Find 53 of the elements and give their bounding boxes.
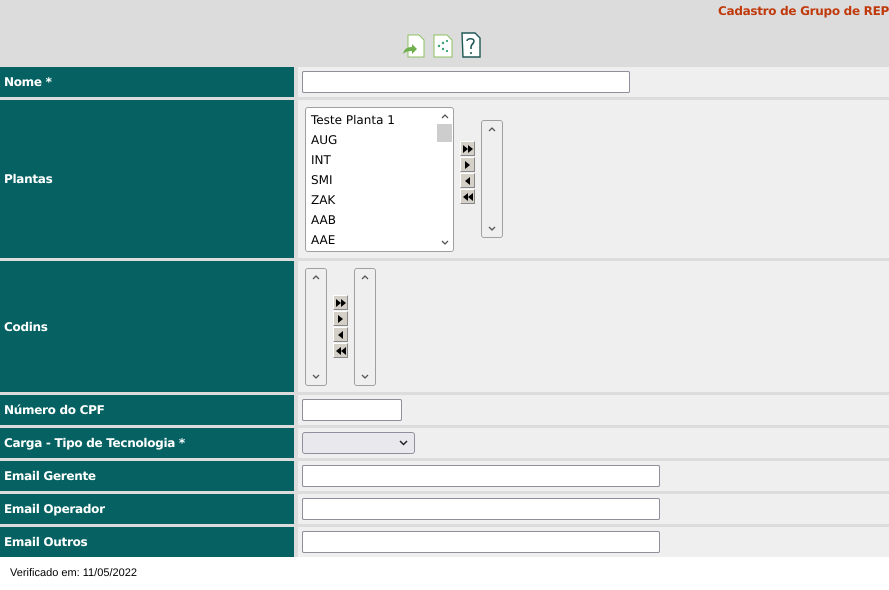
scroll-up-icon[interactable] bbox=[361, 274, 369, 280]
double-arrow-left-icon bbox=[462, 192, 472, 200]
field-label: Nome * bbox=[0, 67, 294, 97]
list-option[interactable]: AAB bbox=[311, 211, 436, 231]
scroll-up-icon[interactable] bbox=[312, 274, 320, 280]
page-title: Cadastro de Grupo de REP bbox=[718, 3, 889, 18]
input-field[interactable] bbox=[302, 465, 660, 487]
input-field[interactable] bbox=[302, 71, 630, 93]
field-label: Plantas bbox=[0, 100, 294, 258]
list-option[interactable]: AAE bbox=[311, 231, 436, 251]
move-right-button[interactable] bbox=[460, 157, 475, 172]
input-field[interactable] bbox=[302, 498, 660, 520]
field-label: Carga - Tipo de Tecnologia * bbox=[0, 428, 294, 458]
arrow-right-icon bbox=[338, 314, 343, 322]
arrow-left-icon bbox=[338, 330, 343, 338]
move-left-button[interactable] bbox=[333, 327, 348, 342]
list-option[interactable]: ZAK bbox=[311, 191, 436, 211]
input-field[interactable] bbox=[302, 531, 660, 553]
move-all-right-button[interactable] bbox=[460, 141, 475, 156]
move-right-button[interactable] bbox=[333, 311, 348, 326]
scrollbar-thumb[interactable] bbox=[437, 124, 452, 142]
dropdown[interactable] bbox=[302, 432, 415, 454]
input-field[interactable] bbox=[302, 399, 402, 421]
help-document-icon[interactable] bbox=[460, 32, 482, 58]
scroll-up-icon[interactable] bbox=[440, 113, 448, 119]
scroll-down-icon[interactable] bbox=[488, 226, 496, 232]
field-label: Email Operador bbox=[0, 494, 294, 524]
verification-date: Verificado em: 11/05/2022 bbox=[9, 566, 138, 579]
move-all-left-button[interactable] bbox=[333, 343, 348, 358]
field-label: Email Gerente bbox=[0, 461, 294, 491]
list-option[interactable]: AUG bbox=[311, 131, 436, 151]
move-all-right-button[interactable] bbox=[333, 295, 348, 310]
scroll-up-icon[interactable] bbox=[488, 126, 496, 132]
double-arrow-right-icon bbox=[336, 298, 346, 306]
chevron-down-icon bbox=[399, 440, 408, 446]
double-arrow-left-icon bbox=[336, 346, 346, 354]
field-label: Codins bbox=[0, 261, 294, 392]
move-left-button[interactable] bbox=[460, 173, 475, 188]
scroll-down-icon[interactable] bbox=[361, 374, 369, 380]
list-box[interactable]: Teste Planta 1 AUG INT SMI ZAK AAB AAE bbox=[305, 107, 454, 252]
scroll-down-icon[interactable] bbox=[440, 240, 448, 246]
field-label: Número do CPF bbox=[0, 395, 294, 425]
move-all-left-button[interactable] bbox=[460, 189, 475, 204]
double-arrow-right-icon bbox=[462, 144, 472, 152]
list-option[interactable]: Teste Planta 1 bbox=[311, 111, 436, 131]
field-label: Email Outros bbox=[0, 527, 294, 557]
list-option[interactable]: INT bbox=[311, 151, 436, 171]
forward-document-icon[interactable] bbox=[402, 34, 426, 58]
list-option[interactable]: SMI bbox=[311, 171, 436, 191]
scroll-down-icon[interactable] bbox=[312, 374, 320, 380]
arrow-right-icon bbox=[465, 160, 470, 168]
document-share-icon[interactable] bbox=[433, 34, 453, 58]
arrow-left-icon bbox=[465, 176, 470, 184]
